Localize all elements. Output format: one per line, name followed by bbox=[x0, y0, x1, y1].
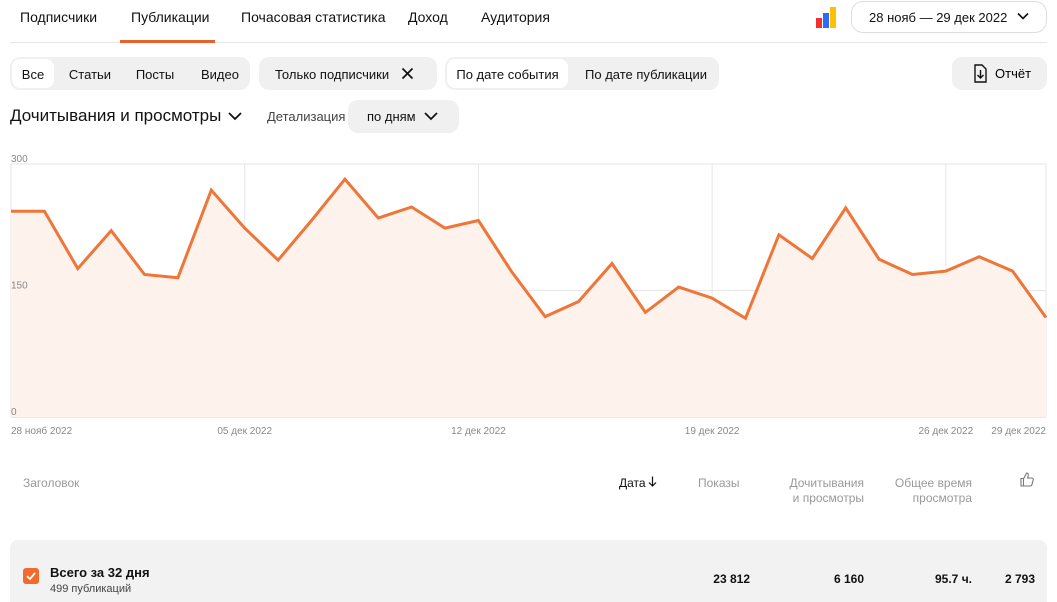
x-tick-label: 19 дек 2022 bbox=[685, 426, 740, 437]
reads-views-chart: 300 150 0 28 нояб 2022 05 дек 2022 12 дек 202… bbox=[10, 154, 1048, 437]
total-title: Всего за 32 дня bbox=[50, 565, 150, 580]
close-icon[interactable] bbox=[401, 67, 414, 80]
detail-label: Детализация bbox=[267, 109, 346, 124]
filter-all[interactable]: Все bbox=[12, 59, 54, 88]
metric-selector[interactable]: Дочитывания и просмотры bbox=[10, 106, 242, 126]
col-header-reads[interactable]: Дочитывания и просмотры bbox=[760, 476, 865, 506]
y-tick-label: 0 bbox=[11, 407, 17, 418]
chevron-down-icon bbox=[424, 112, 438, 121]
x-tick-label: 26 дек 2022 bbox=[918, 426, 973, 437]
total-views: 23 812 bbox=[713, 572, 750, 586]
total-publications-count: 499 публикаций bbox=[50, 583, 132, 595]
arrow-down-icon bbox=[648, 476, 657, 487]
report-download-icon bbox=[974, 64, 987, 83]
x-tick-label: 28 нояб 2022 bbox=[11, 425, 73, 437]
tab-subscribers[interactable]: Подписчики bbox=[20, 9, 97, 25]
report-label: Отчёт bbox=[995, 66, 1032, 81]
content-type-filter: Все Статьи Посты Видео bbox=[10, 57, 250, 90]
top-navigation: Подписчики Публикации Почасовая статисти… bbox=[10, 0, 1047, 43]
mode-by-publication-date[interactable]: По дате публикации bbox=[576, 59, 716, 88]
filter-articles[interactable]: Статьи bbox=[62, 59, 118, 88]
date-range-selector[interactable]: 28 нояб — 29 дек 2022 bbox=[851, 1, 1047, 33]
subscribers-only-label: Только подписчики bbox=[275, 67, 390, 82]
report-button[interactable]: Отчёт bbox=[952, 57, 1047, 90]
detail-value: по дням bbox=[367, 109, 416, 124]
mode-by-event-date[interactable]: По дате события bbox=[447, 59, 568, 88]
x-tick-label: 12 дек 2022 bbox=[451, 426, 506, 437]
total-row: Всего за 32 дня 499 публикаций 23 812 6 … bbox=[10, 540, 1047, 602]
area-fill bbox=[11, 179, 1046, 417]
col-header-date[interactable]: Дата bbox=[619, 476, 657, 491]
date-mode-toggle: По дате события По дате публикации bbox=[445, 57, 719, 90]
y-tick-label: 300 bbox=[11, 154, 28, 165]
chevron-down-icon bbox=[1017, 12, 1029, 20]
subscribers-only-chip[interactable]: Только подписчики bbox=[259, 57, 437, 90]
thumbs-up-icon[interactable] bbox=[1020, 472, 1034, 487]
col-header-watch-time[interactable]: Общее время просмотра bbox=[870, 476, 972, 506]
date-range-label: 28 нояб — 29 дек 2022 bbox=[869, 10, 1008, 25]
active-tab-indicator bbox=[120, 40, 215, 43]
x-tick-label: 05 дек 2022 bbox=[217, 426, 272, 437]
tab-audience[interactable]: Аудитория bbox=[481, 9, 550, 25]
tab-hourly-stats[interactable]: Почасовая статистика bbox=[241, 9, 386, 25]
metric-title: Дочитывания и просмотры bbox=[10, 106, 222, 125]
yandex-stats-logo-icon bbox=[816, 6, 840, 28]
filter-posts[interactable]: Посты bbox=[128, 59, 182, 88]
col-header-views[interactable]: Показы bbox=[698, 476, 739, 491]
detail-dropdown[interactable]: по дням bbox=[348, 100, 459, 133]
total-checkbox[interactable] bbox=[23, 568, 39, 584]
tab-publications[interactable]: Публикации bbox=[131, 9, 209, 25]
total-reads: 6 160 bbox=[833, 572, 864, 586]
checkmark-icon bbox=[26, 572, 36, 581]
chevron-down-icon bbox=[228, 112, 242, 121]
total-likes: 2 793 bbox=[1004, 572, 1035, 586]
filter-video[interactable]: Видео bbox=[194, 59, 246, 88]
col-header-title: Заголовок bbox=[23, 476, 80, 490]
x-tick-label: 29 дек 2022 bbox=[991, 426, 1046, 437]
tab-income[interactable]: Доход bbox=[408, 9, 448, 25]
y-tick-label: 150 bbox=[11, 281, 28, 292]
